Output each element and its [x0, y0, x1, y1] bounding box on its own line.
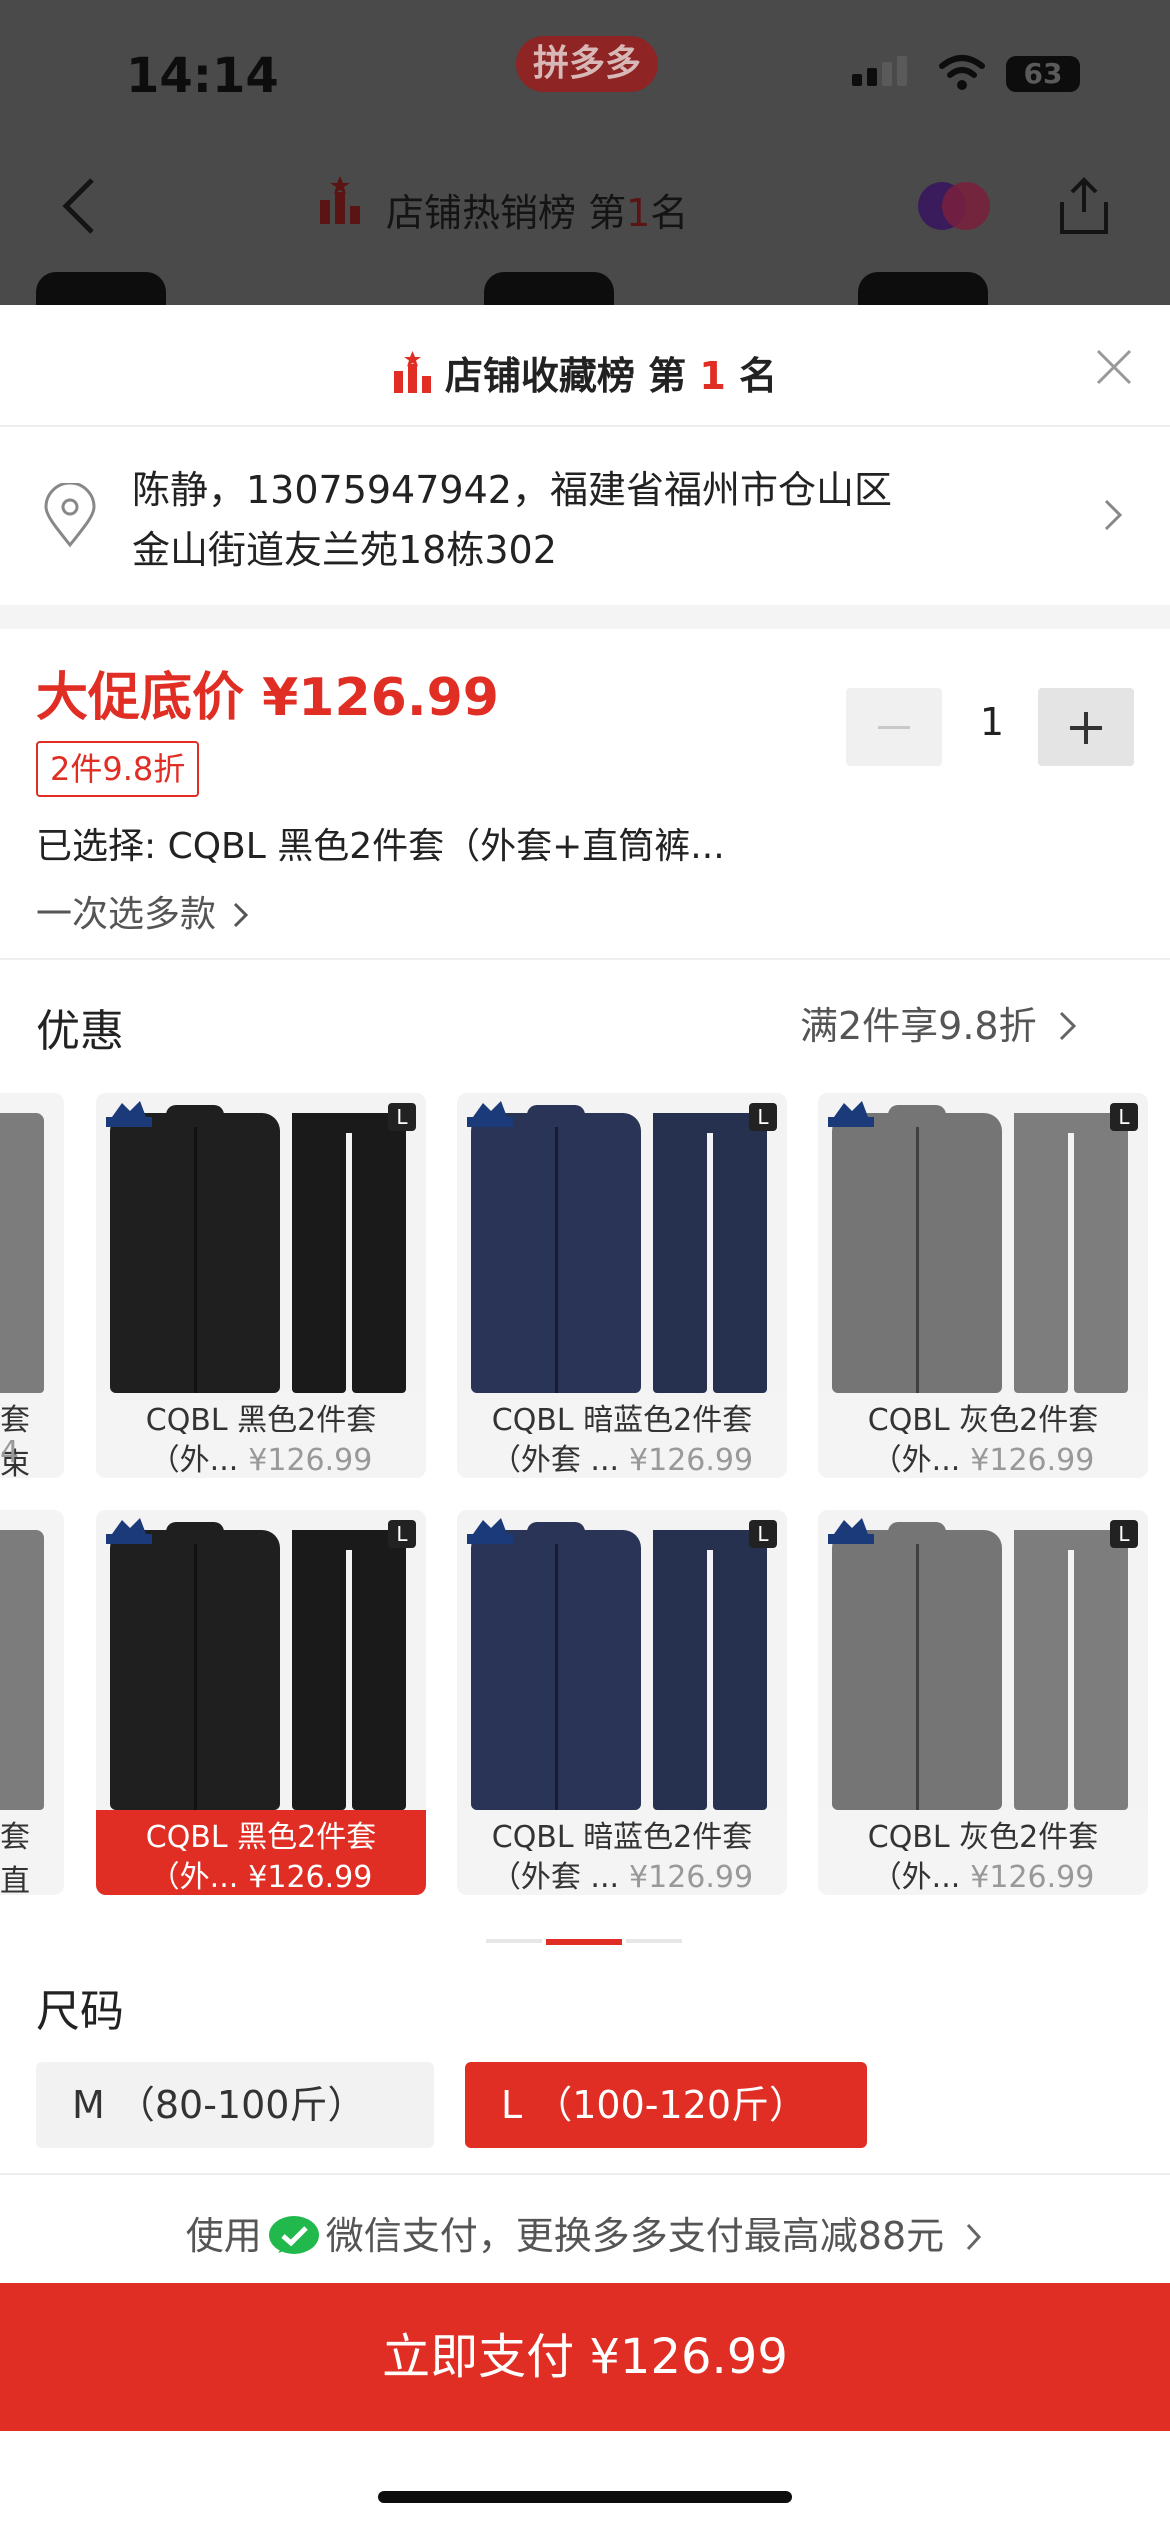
brand-logo-icon [467, 1101, 513, 1127]
size-badge-icon: L [388, 1520, 416, 1548]
brand-logo-icon [106, 1101, 152, 1127]
share-icon[interactable] [1056, 176, 1112, 240]
home-indicator [378, 2491, 792, 2503]
product-peek [36, 272, 166, 305]
size-badge-icon: L [749, 1103, 777, 1131]
product-caption: 套 直 [0, 1820, 30, 1895]
product-image: L [457, 1510, 787, 1810]
product-caption-cont: （外套 ... [490, 1860, 620, 1895]
app-badge: 拼多多 [516, 36, 658, 92]
product-price: ¥126.99 [629, 1443, 754, 1478]
battery-indicator: 63 [1006, 56, 1080, 92]
product-price: ¥126.99 [248, 1860, 373, 1895]
offer-title: 优惠 [36, 1006, 124, 1057]
product-caption-cont: （外... [871, 1860, 961, 1895]
product-peek [858, 272, 988, 305]
product-card[interactable]: L CQBL 灰色2件套 （外... ¥126.99 [818, 1510, 1148, 1895]
store-rank-title: 店铺收藏榜 第 1 名 [0, 345, 1170, 402]
size-option-m[interactable]: M （80-100斤） [36, 2062, 434, 2148]
pay-now-button[interactable]: 立即支付 ¥126.99 [0, 2283, 1170, 2431]
background-page: 14:14 拼多多 63 店铺热销榜 第1名 [0, 0, 1170, 305]
signal-icon [852, 56, 912, 86]
carousel-indicator [486, 1930, 682, 1949]
quantity-increase-button[interactable] [1038, 688, 1134, 766]
product-caption-cont: （外... [149, 1443, 239, 1478]
quantity-decrease-button[interactable] [846, 688, 942, 766]
product-caption: CQBL 暗蓝色2件套 [491, 1820, 753, 1855]
size-badge-icon: L [749, 1520, 777, 1548]
selected-sku-text: 已选择: CQBL 黑色2件套（外套+直筒裤... [36, 826, 725, 867]
product-image: L [818, 1510, 1148, 1810]
address-line-2: 金山街道友兰苑18栋302 [132, 528, 557, 572]
divider [0, 425, 1170, 427]
chevron-right-icon [1059, 1011, 1076, 1041]
size-badge-icon: L [388, 1103, 416, 1131]
address-line-1: 陈静，13075947942，福建省福州市仓山区 [132, 468, 892, 512]
product-image: L [96, 1510, 426, 1810]
sku-sheet: 店铺收藏榜 第 1 名 陈静，13075947942，福建省福州市仓山区 金山街… [0, 305, 1170, 2532]
chevron-right-icon [967, 2223, 982, 2251]
product-image [0, 1530, 44, 1810]
product-caption-cont: （外套 ... [490, 1443, 620, 1478]
wifi-icon [938, 54, 986, 96]
location-pin-icon [42, 481, 98, 553]
product-card-partial[interactable]: 套 直 [0, 1510, 64, 1895]
size-option-l[interactable]: L （100-120斤） [465, 2062, 867, 2148]
product-image: L [818, 1093, 1148, 1393]
brand-logo-icon [828, 1518, 874, 1544]
size-badge-icon: L [1110, 1103, 1138, 1131]
size-title: 尺码 [36, 1986, 124, 2037]
close-icon[interactable] [1092, 345, 1136, 393]
nav-rank-title: 店铺热销榜 第1名 [386, 191, 689, 235]
product-card-partial[interactable]: 套 束 4 [0, 1093, 64, 1478]
section-gap [0, 605, 1170, 629]
promo-price: 大促底价 ¥126.99 [36, 668, 499, 728]
product-price: 4 [0, 1435, 20, 1470]
product-image [0, 1113, 44, 1393]
brand-logo-icon [828, 1101, 874, 1127]
product-peek [484, 272, 614, 305]
rank-icon [318, 176, 362, 230]
wechat-pay-icon [268, 2215, 320, 2259]
chevron-right-icon [234, 902, 249, 928]
discount-tag: 2件9.8折 [36, 741, 200, 797]
back-icon[interactable] [58, 176, 98, 240]
product-image: L [457, 1093, 787, 1393]
status-time: 14:14 [126, 48, 279, 104]
product-price: ¥126.99 [970, 1860, 1095, 1895]
product-caption-cont: （外... [149, 1860, 239, 1895]
multi-select-link[interactable]: 一次选多款 [36, 885, 251, 937]
product-caption: CQBL 黑色2件套 [145, 1403, 377, 1438]
product-card[interactable]: L CQBL 黑色2件套 （外... ¥126.99 [96, 1510, 426, 1895]
product-price: ¥126.99 [248, 1443, 373, 1478]
product-price: ¥126.99 [629, 1860, 754, 1895]
brand-circles-icon[interactable] [916, 180, 992, 236]
quantity-value: 1 [979, 700, 1005, 744]
size-badge-icon: L [1110, 1520, 1138, 1548]
product-price: ¥126.99 [970, 1443, 1095, 1478]
payment-tip[interactable]: 使用 微信支付，更换多多支付最高减88元 [0, 2205, 1170, 2260]
product-card[interactable]: L CQBL 灰色2件套 （外... ¥126.99 [818, 1093, 1148, 1478]
divider [0, 958, 1170, 960]
product-caption-cont: （外... [871, 1443, 961, 1478]
shipping-address: 陈静，13075947942，福建省福州市仓山区 金山街道友兰苑18栋302 [132, 460, 1072, 580]
product-card[interactable]: L CQBL 黑色2件套 （外... ¥126.99 [96, 1093, 426, 1478]
product-caption: CQBL 灰色2件套 [867, 1403, 1099, 1438]
brand-logo-icon [467, 1518, 513, 1544]
product-caption: CQBL 黑色2件套 [145, 1820, 377, 1855]
product-card[interactable]: L CQBL 暗蓝色2件套 （外套 ... ¥126.99 [457, 1093, 787, 1478]
divider [0, 2173, 1170, 2175]
product-caption: CQBL 灰色2件套 [867, 1820, 1099, 1855]
brand-logo-icon [106, 1518, 152, 1544]
product-image: L [96, 1093, 426, 1393]
rank-icon [393, 351, 433, 402]
product-card[interactable]: L CQBL 暗蓝色2件套 （外套 ... ¥126.99 [457, 1510, 787, 1895]
product-caption: CQBL 暗蓝色2件套 [491, 1403, 753, 1438]
offer-link[interactable]: 满2件享9.8折 [800, 995, 1079, 1050]
chevron-right-icon [1102, 497, 1126, 537]
